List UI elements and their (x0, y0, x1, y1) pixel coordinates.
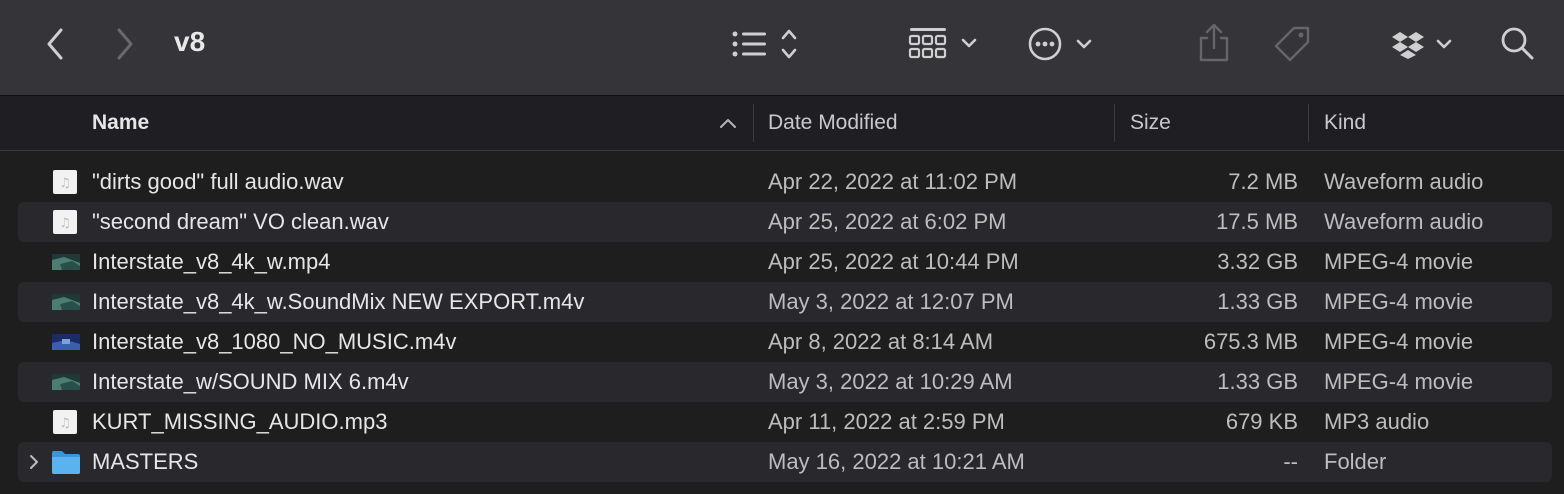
view-mode-button[interactable] (728, 24, 804, 64)
file-size: 3.32 GB (1217, 249, 1298, 274)
audio-file-icon: ♫ (53, 410, 77, 434)
file-name: "second dream" VO clean.wav (92, 209, 389, 234)
video-thumbnail-icon (52, 334, 80, 350)
column-name-header[interactable]: Name (92, 96, 752, 150)
file-size: -- (1283, 449, 1298, 474)
file-size: 1.33 GB (1217, 289, 1298, 314)
dropbox-icon (1392, 32, 1452, 59)
grid-group-icon (908, 28, 977, 59)
file-row[interactable]: Interstate_w/SOUND MIX 6.m4v May 3, 2022… (18, 362, 1552, 402)
svg-text:♫: ♫ (59, 216, 71, 231)
file-date: May 3, 2022 at 10:29 AM (768, 369, 1013, 394)
file-kind: Waveform audio (1324, 209, 1484, 234)
file-kind: MP3 audio (1324, 409, 1430, 434)
file-name: Interstate_v8_4k_w.SoundMix NEW EXPORT.m… (92, 289, 585, 314)
column-divider[interactable] (1114, 104, 1115, 142)
video-thumbnail-icon (52, 374, 80, 390)
video-thumbnail-icon (52, 294, 80, 310)
file-date: Apr 8, 2022 at 8:14 AM (768, 329, 994, 354)
back-button[interactable] (38, 26, 72, 62)
column-date-header[interactable]: Date Modified (768, 96, 1108, 150)
search-button[interactable] (1498, 24, 1538, 64)
file-size: 1.33 GB (1217, 369, 1298, 394)
column-date-label: Date Modified (768, 111, 898, 134)
tag-icon (1274, 26, 1310, 62)
file-kind: MPEG-4 movie (1324, 249, 1474, 274)
file-row[interactable]: ♫ "dirts good" full audio.wav Apr 22, 20… (18, 162, 1552, 202)
file-kind: MPEG-4 movie (1324, 329, 1474, 354)
share-button[interactable] (1194, 20, 1234, 66)
column-divider[interactable] (753, 104, 754, 142)
column-kind-header[interactable]: Kind (1324, 96, 1544, 150)
file-name: "dirts good" full audio.wav (92, 169, 344, 194)
file-date: Apr 25, 2022 at 6:02 PM (768, 209, 1007, 234)
group-by-button[interactable] (906, 22, 982, 66)
window-title: v8 (174, 26, 206, 57)
file-row[interactable]: Interstate_v8_1080_NO_MUSIC.m4v Apr 8, 2… (18, 322, 1552, 362)
file-date: Apr 25, 2022 at 10:44 PM (768, 249, 1019, 274)
column-header: Name Date Modified Size Kind (0, 96, 1564, 151)
file-row[interactable]: Interstate_v8_4k_w.mp4 Apr 25, 2022 at 1… (18, 242, 1552, 282)
file-date: Apr 11, 2022 at 2:59 PM (768, 409, 1005, 434)
audio-file-icon: ♫ (53, 170, 77, 194)
sort-ascending-icon (720, 119, 736, 128)
list-view-icon (732, 29, 797, 59)
column-size-header[interactable]: Size (1130, 96, 1300, 150)
file-size: 7.2 MB (1228, 169, 1298, 194)
share-icon (1199, 23, 1229, 62)
audio-file-icon: ♫ (53, 210, 77, 234)
file-kind: MPEG-4 movie (1324, 289, 1474, 314)
file-name: Interstate_v8_4k_w.mp4 (92, 249, 331, 274)
file-name: MASTERS (92, 449, 199, 474)
file-row[interactable]: ♫ KURT_MISSING_AUDIO.mp3 Apr 11, 2022 at… (18, 402, 1552, 442)
file-row[interactable]: Interstate_v8_4k_w.SoundMix NEW EXPORT.m… (18, 282, 1552, 322)
chevron-left-icon (47, 28, 63, 60)
file-name: Interstate_v8_1080_NO_MUSIC.m4v (92, 329, 457, 354)
file-date: May 16, 2022 at 10:21 AM (768, 449, 1025, 474)
disclosure-triangle-icon[interactable] (28, 454, 40, 470)
file-kind: Waveform audio (1324, 169, 1484, 194)
file-date: May 3, 2022 at 12:07 PM (768, 289, 1014, 314)
toolbar: v8 (0, 0, 1564, 96)
svg-text:♫: ♫ (59, 416, 71, 431)
column-kind-label: Kind (1324, 111, 1367, 134)
folder-row[interactable]: MASTERS May 16, 2022 at 10:21 AM -- Fold… (18, 442, 1552, 482)
folder-icon (52, 451, 80, 474)
column-name-label: Name (92, 111, 150, 134)
file-name: Interstate_w/SOUND MIX 6.m4v (92, 369, 409, 394)
file-row[interactable]: ♫ "second dream" VO clean.wav Apr 25, 20… (18, 202, 1552, 242)
file-size: 17.5 MB (1216, 209, 1298, 234)
tags-button[interactable] (1270, 20, 1316, 66)
search-icon (1501, 27, 1534, 60)
column-size-label: Size (1130, 111, 1171, 134)
file-size: 679 KB (1225, 409, 1298, 434)
video-thumbnail-icon (52, 254, 80, 270)
file-size: 675.3 MB (1203, 329, 1298, 354)
dropbox-button[interactable] (1390, 24, 1458, 64)
svg-text:♫: ♫ (59, 176, 71, 191)
file-date: Apr 22, 2022 at 11:02 PM (768, 169, 1018, 194)
file-kind: MPEG-4 movie (1324, 369, 1474, 394)
ellipsis-circle-icon (1028, 27, 1092, 61)
action-button[interactable] (1026, 24, 1098, 64)
chevron-right-icon (117, 28, 133, 60)
forward-button[interactable] (108, 26, 142, 62)
file-kind: Folder (1324, 449, 1387, 474)
column-divider[interactable] (1308, 104, 1309, 142)
file-name: KURT_MISSING_AUDIO.mp3 (92, 409, 388, 434)
